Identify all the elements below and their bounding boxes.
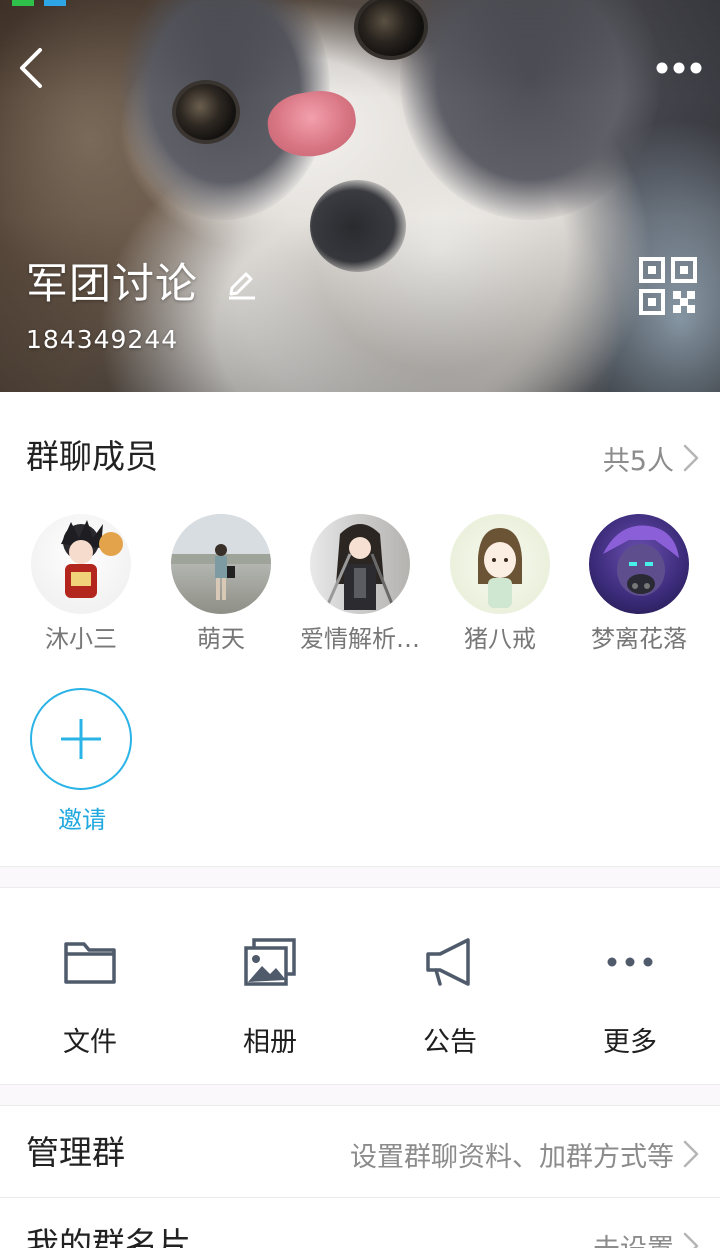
members-count-label: 共5人	[602, 445, 674, 477]
my-group-card-row[interactable]: 我的群名片 未设置	[0, 1198, 720, 1248]
member-name: 爱情解析…	[300, 625, 420, 653]
status-bar	[0, 0, 720, 8]
member-avatar	[589, 514, 689, 614]
my-group-card-title: 我的群名片	[26, 1225, 191, 1248]
member-item[interactable]: 猪八戒	[430, 514, 570, 664]
chevron-right-icon	[683, 444, 699, 472]
avatar-chibi-girl-image	[478, 528, 522, 608]
action-label: 更多	[603, 1027, 657, 1058]
manage-group-title: 管理群	[26, 1133, 125, 1172]
my-group-card-value-wrap: 未设置	[593, 1226, 700, 1248]
avatar-anime-boy-image	[61, 520, 123, 598]
member-name: 萌天	[197, 625, 245, 653]
plus-icon	[61, 719, 101, 759]
manage-group-value-wrap: 设置群聊资料、加群方式等	[350, 1134, 700, 1174]
member-avatar	[310, 514, 410, 614]
members-section-title: 群聊成员	[26, 437, 158, 476]
action-files[interactable]: 文件	[0, 928, 180, 1058]
chevron-right-icon	[683, 1140, 699, 1168]
invite-member-button[interactable]: 邀请	[30, 688, 134, 838]
manage-group-row[interactable]: 管理群 设置群聊资料、加群方式等	[0, 1106, 720, 1198]
avatar-anime-swordsman-image	[326, 524, 394, 610]
group-members-section: 群聊成员 共5人 沐小三 萌天 爱情解析… 猪八戒 梦离花落 邀请	[0, 392, 720, 866]
more-horizontal-icon	[607, 957, 653, 967]
member-avatar	[450, 514, 550, 614]
member-avatar	[171, 514, 271, 614]
action-more[interactable]: 更多	[540, 928, 720, 1058]
more-options-button[interactable]	[648, 50, 708, 86]
action-label: 公告	[423, 1027, 477, 1058]
member-name: 梦离花落	[591, 625, 687, 653]
members-count-link[interactable]: 共5人	[603, 438, 700, 478]
member-avatar	[31, 514, 131, 614]
section-divider	[0, 866, 720, 888]
group-name-title: 军团讨论	[26, 259, 199, 308]
member-item[interactable]: 爱情解析…	[290, 514, 430, 664]
action-label: 相册	[243, 1027, 297, 1058]
member-item[interactable]: 梦离花落	[569, 514, 709, 664]
chevron-left-icon	[20, 48, 42, 88]
chevron-right-icon	[683, 1232, 699, 1248]
my-group-card-value: 未设置	[593, 1227, 674, 1248]
member-item[interactable]: 沐小三	[11, 514, 151, 664]
group-id-number: 184349244	[26, 325, 179, 354]
back-button[interactable]	[8, 40, 56, 96]
avatar-game-hero-image	[603, 525, 679, 596]
status-app-icon-blue	[44, 0, 66, 6]
action-announcement[interactable]: 公告	[360, 928, 540, 1058]
group-qr-code-button[interactable]	[638, 256, 698, 316]
edit-group-name-button[interactable]	[226, 266, 258, 300]
manage-group-value: 设置群聊资料、加群方式等	[350, 1141, 674, 1173]
pencil-icon	[229, 272, 255, 300]
status-app-icon-green	[12, 0, 34, 6]
avatar-street-photo-image	[171, 514, 271, 600]
member-name: 猪八戒	[464, 625, 536, 653]
folder-icon	[64, 942, 116, 984]
invite-label: 邀请	[58, 806, 106, 834]
qr-code-icon	[639, 257, 697, 315]
album-icon	[244, 938, 296, 986]
member-item[interactable]: 萌天	[151, 514, 291, 664]
section-divider	[0, 1084, 720, 1106]
member-name: 沐小三	[45, 625, 117, 653]
more-dots-icon	[656, 62, 702, 74]
action-label: 文件	[63, 1027, 117, 1058]
invite-circle	[30, 688, 132, 790]
action-album[interactable]: 相册	[180, 928, 360, 1058]
group-actions-section: 文件 相册 公告 更多	[0, 888, 720, 1084]
megaphone-icon	[426, 938, 470, 986]
